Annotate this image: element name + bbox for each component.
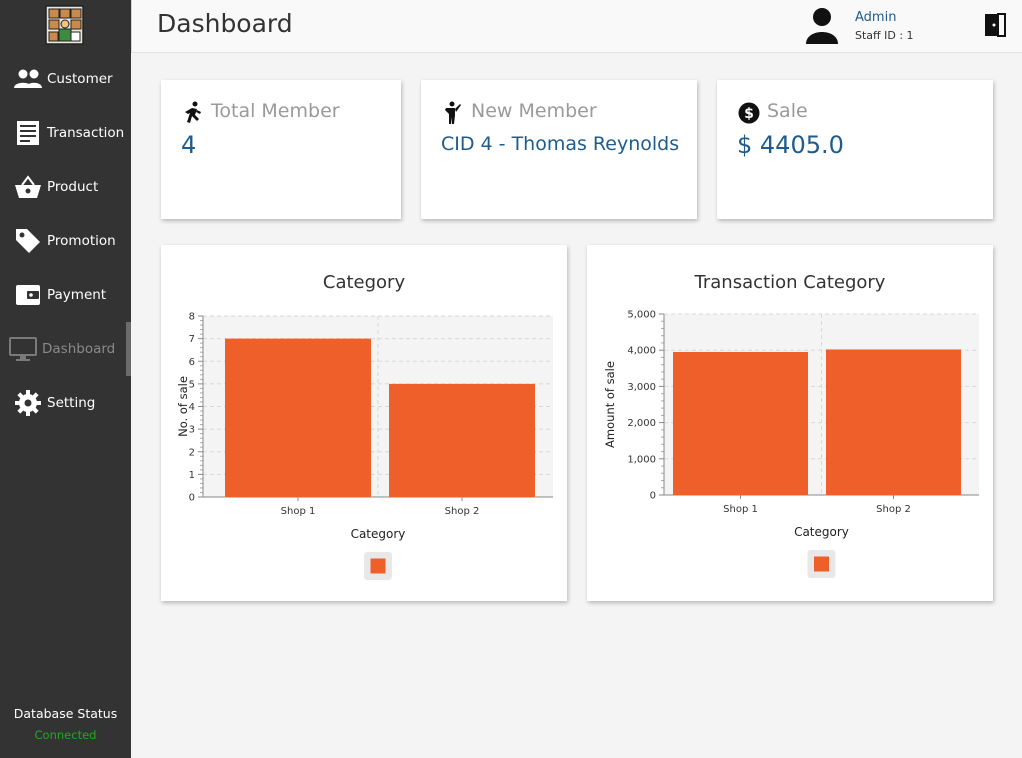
x-tick-label: Shop 2 [876, 504, 911, 515]
new-member-card: New Member CID 4 - Thomas Reynolds [421, 80, 697, 219]
x-tick-label: Shop 1 [281, 506, 316, 517]
sidebar-item-label: Payment [47, 287, 107, 303]
transaction-category-chart: 0 1,000 2,000 3,000 4,000 5,000 Shop 1 Shop 2 Ca… [603, 310, 979, 578]
sidebar-item-promotion[interactable]: Promotion [0, 219, 131, 263]
database-status-label: Database Status [13, 706, 118, 721]
legend-swatch [814, 556, 829, 572]
y-tick-label: 2 [189, 447, 195, 458]
x-axis-label: Category [794, 525, 849, 539]
sidebar-item-payment[interactable]: Payment [0, 273, 131, 317]
receipt-icon [13, 118, 43, 148]
sidebar-item-label: Setting [47, 395, 96, 411]
bar [389, 383, 535, 497]
new-member-label: New Member [471, 100, 597, 122]
bar [673, 352, 808, 495]
database-status-value: Connected [34, 728, 97, 742]
sidebar-item-dashboard[interactable]: Dashboard [0, 327, 126, 371]
sidebar: Customer Transaction Product Promotion P… [0, 0, 131, 758]
wallet-icon [13, 280, 43, 310]
person-waving-icon [442, 101, 464, 125]
sale-value: $ 4405.0 [737, 131, 844, 159]
y-tick-label: 1 [189, 470, 195, 481]
user-name[interactable]: Admin [855, 10, 896, 25]
total-member-card: Total Member 4 [161, 80, 401, 219]
transaction-category-chart-card: Transaction Category 0 1,000 2,000 3,000 4,0… [587, 245, 993, 601]
y-tick-label: 3,000 [627, 382, 656, 393]
basket-icon [13, 172, 43, 202]
y-tick-label: 5,000 [627, 310, 656, 321]
total-member-label: Total Member [211, 100, 340, 122]
sidebar-item-label: Dashboard [42, 341, 116, 357]
x-axis-label: Category [351, 527, 406, 541]
category-chart: 012345678Shop 1 Shop 2CategoryNo. of sale [176, 312, 553, 580]
y-tick-label: 2,000 [627, 418, 656, 429]
new-member-value: CID 4 - Thomas Reynolds [441, 133, 680, 155]
y-tick-label: 0 [189, 493, 195, 504]
x-tick-label: Shop 1 [723, 504, 758, 515]
logout-icon[interactable] [984, 13, 1006, 37]
sidebar-item-setting[interactable]: Setting [0, 381, 131, 425]
sale-label: Sale [767, 100, 808, 122]
y-axis-label: Amount of sale [603, 361, 617, 448]
legend-swatch [370, 558, 386, 574]
y-tick-label: 6 [189, 357, 195, 368]
app-logo-icon [45, 5, 84, 45]
sidebar-item-customer[interactable]: Customer [0, 57, 131, 101]
total-member-value: 4 [181, 131, 197, 159]
sidebar-item-label: Transaction [47, 125, 125, 141]
sidebar-item-transaction[interactable]: Transaction [0, 111, 131, 155]
dollar-coin-icon: $ [738, 101, 760, 125]
running-person-icon [182, 101, 204, 125]
svg-text:$: $ [744, 106, 754, 122]
sale-card: $ Sale $ 4405.0 [717, 80, 993, 219]
sidebar-item-label: Promotion [47, 233, 116, 249]
tag-icon [13, 226, 43, 256]
x-tick-label: Shop 2 [445, 506, 480, 517]
bar [225, 338, 371, 497]
active-indicator [126, 322, 131, 376]
y-tick-label: 0 [650, 491, 656, 502]
y-tick-label: 8 [189, 312, 195, 323]
page-title: Dashboard [157, 9, 293, 38]
sidebar-item-product[interactable]: Product [0, 165, 131, 209]
y-tick-label: 7 [189, 334, 195, 345]
monitor-icon [8, 334, 38, 364]
avatar [804, 6, 840, 46]
y-tick-label: 1,000 [627, 454, 656, 465]
bar [826, 349, 961, 495]
gear-icon [13, 388, 43, 418]
header: Dashboard Admin Staff ID : 1 [131, 0, 1022, 53]
users-icon [13, 64, 43, 94]
sidebar-item-label: Product [47, 179, 99, 195]
sidebar-item-label: Customer [47, 71, 113, 87]
y-axis-label: No. of sale [176, 376, 190, 437]
y-tick-label: 4,000 [627, 346, 656, 357]
category-chart-card: Category 0 1 2 3 4 5 6 7 8 Shop 1 Shop 2 Category No… [161, 245, 567, 601]
staff-id: Staff ID : 1 [855, 29, 914, 42]
